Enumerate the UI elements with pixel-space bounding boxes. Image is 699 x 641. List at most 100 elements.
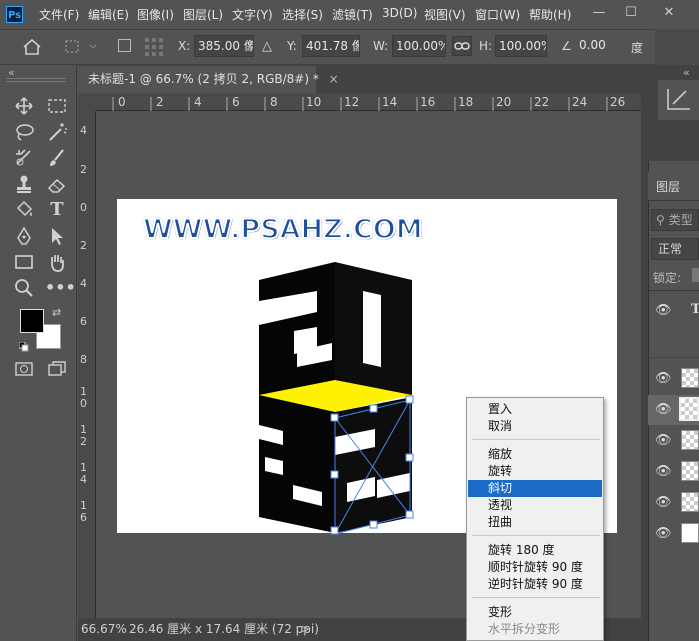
home-button[interactable] (12, 35, 52, 59)
lock-transparency-toggle[interactable] (692, 268, 699, 282)
reference-grid[interactable] (143, 36, 165, 58)
blend-mode-select[interactable]: 正常 (651, 238, 699, 260)
height-field[interactable]: 100.00% (495, 35, 547, 57)
foreground-color-swatch[interactable] (20, 309, 44, 333)
menu-item-skew[interactable]: 斜切 (468, 480, 602, 497)
menu-image[interactable]: 图像(I) (137, 6, 174, 23)
menu-window[interactable]: 窗口(W) (475, 6, 520, 23)
x-position-field[interactable]: 385.00 像素 (194, 35, 254, 57)
magic-wand-tool[interactable] (45, 120, 69, 144)
layers-tab[interactable]: 图层 (648, 172, 699, 201)
layer-thumbnail[interactable] (681, 368, 699, 388)
visibility-eye-icon[interactable]: 👁 (655, 526, 672, 541)
layer-thumbnail[interactable] (681, 492, 699, 512)
rectangle-tool[interactable] (12, 250, 36, 274)
default-colors-icon[interactable] (18, 341, 29, 352)
status-menu-arrow[interactable]: > (300, 618, 310, 641)
maximize-button[interactable]: ☐ (621, 3, 641, 23)
brush-tool[interactable] (45, 146, 69, 170)
close-tab-icon[interactable]: × (329, 72, 339, 86)
rectangle-marquee-icon (48, 99, 66, 113)
tools-grip[interactable] (6, 78, 66, 82)
visibility-eye-icon[interactable]: 👁 (655, 433, 672, 448)
menu-file[interactable]: 文件(F) (39, 6, 79, 23)
layer-thumbnail[interactable] (679, 397, 699, 421)
ruler-tick: 8 (80, 353, 87, 366)
more-tools-button[interactable]: ••• (45, 276, 76, 300)
crop-tool[interactable] (12, 146, 36, 170)
menu-item-place[interactable]: 置入 (468, 401, 602, 418)
menu-item-rotate-180[interactable]: 旋转 180 度 (468, 542, 602, 559)
ruler-tick: 1 6 (80, 499, 87, 524)
zoom-icon (15, 279, 33, 297)
visibility-eye-icon[interactable]: 👁 (655, 495, 672, 510)
hand-tool[interactable] (45, 250, 69, 274)
ruler-tick: 4 (80, 124, 87, 137)
minimize-button[interactable]: — (589, 3, 609, 23)
document-tab[interactable]: 未标题-1 @ 66.7% (2 拷贝 2, RGB/8#) * × (78, 66, 339, 93)
menu-3d[interactable]: 3D(D) (382, 6, 417, 20)
background-layer-thumbnail[interactable] (681, 523, 699, 543)
reference-point-checkbox[interactable] (118, 39, 131, 52)
layer-filter-placeholder: 类型 (668, 213, 693, 227)
visibility-eye-icon[interactable]: 👁 (655, 464, 672, 479)
menu-select[interactable]: 选择(S) (282, 6, 323, 23)
menu-item-rotate-90-ccw[interactable]: 逆时针旋转 90 度 (468, 576, 602, 593)
menu-item-rotate-90-cw[interactable]: 顺时针旋转 90 度 (468, 559, 602, 576)
type-tool[interactable]: T (45, 198, 69, 222)
quick-mask-button[interactable] (12, 357, 36, 381)
visibility-eye-icon[interactable]: 👁 (655, 371, 672, 386)
dock-collapse-icon[interactable]: « (683, 66, 690, 79)
move-tool[interactable] (12, 94, 36, 118)
layer-filter-field[interactable]: ⚲ 类型 (651, 209, 699, 231)
visibility-eye-icon[interactable]: 👁 (655, 402, 672, 417)
lasso-tool[interactable] (12, 120, 36, 144)
ruler-tick: 4 (194, 95, 202, 109)
width-field[interactable]: 100.00% (392, 35, 446, 57)
pen-icon (17, 226, 31, 245)
grid-icon (145, 38, 163, 56)
pen-tool[interactable] (12, 224, 36, 248)
layer-thumbnail[interactable] (681, 430, 699, 450)
stamp-icon (17, 175, 31, 193)
paint-bucket-tool[interactable] (12, 198, 36, 222)
layer-row-divider (648, 357, 699, 358)
eraser-tool[interactable] (45, 172, 69, 196)
menu-view[interactable]: 视图(V) (424, 6, 466, 23)
menu-layer[interactable]: 图层(L) (183, 6, 223, 23)
reference-point-button[interactable] (60, 35, 100, 59)
layer-thumbnail[interactable] (681, 461, 699, 481)
menu-item-cancel[interactable]: 取消 (468, 418, 602, 435)
path-selection-tool[interactable] (45, 224, 69, 248)
marquee-tool[interactable] (45, 94, 69, 118)
menu-item-warp[interactable]: 变形 (468, 604, 602, 621)
y-position-field[interactable]: 401.78 像素 (302, 35, 360, 57)
menu-item-distort[interactable]: 扭曲 (468, 514, 602, 531)
layers-tab-label: 图层 (656, 180, 681, 194)
menu-edit[interactable]: 编辑(E) (88, 6, 129, 23)
document-size: 26.46 厘米 x 17.64 厘米 (72 ppi) (129, 622, 319, 636)
screen-mode-button[interactable] (45, 357, 69, 381)
crop-icon (16, 149, 31, 166)
close-window-button[interactable]: ✕ (659, 3, 679, 23)
menu-item-rotate[interactable]: 旋转 (468, 463, 602, 480)
properties-panel-collapsed[interactable] (658, 80, 699, 120)
delta-icon[interactable]: △ (262, 39, 272, 54)
menu-item-scale[interactable]: 缩放 (468, 446, 602, 463)
visibility-eye-icon[interactable]: 👁 (655, 303, 672, 318)
menu-filter[interactable]: 滤镜(T) (332, 6, 373, 23)
angle-field[interactable]: 0.00 (576, 35, 620, 57)
menu-type[interactable]: 文字(Y) (232, 6, 273, 23)
zoom-tool[interactable] (12, 276, 36, 300)
swap-colors-icon[interactable]: ⇄ (52, 306, 61, 319)
transform-bounding-box[interactable] (330, 393, 416, 537)
ruler-origin[interactable] (78, 93, 96, 111)
menu-help[interactable]: 帮助(H) (529, 6, 571, 23)
ruler-tick: 0 (118, 95, 126, 109)
link-button[interactable] (452, 36, 472, 56)
stamp-tool[interactable] (12, 172, 36, 196)
menu-item-perspective[interactable]: 透视 (468, 497, 602, 514)
zoom-level[interactable]: 66.67% (81, 618, 127, 641)
ruler-tick: 0 (80, 201, 87, 214)
rectangle-icon (15, 255, 33, 269)
